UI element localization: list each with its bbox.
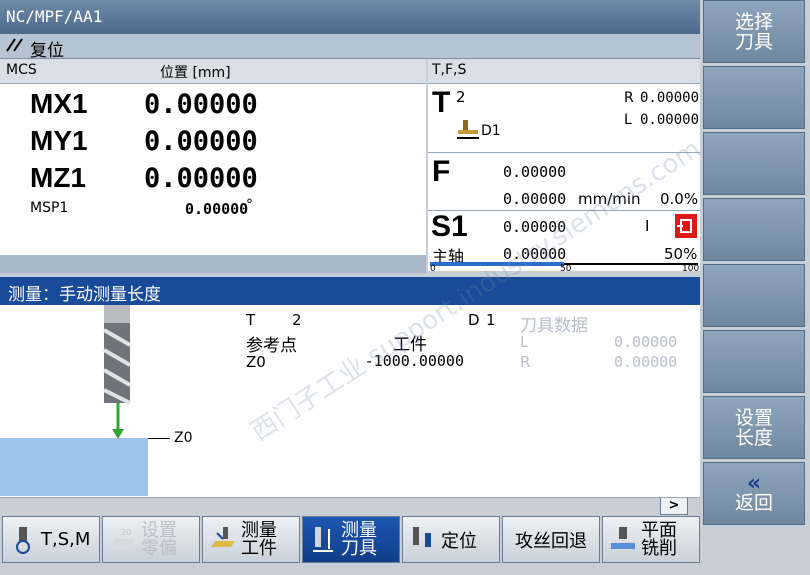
softkey-position[interactable]: 定位 xyxy=(402,516,500,563)
face-milling-label: 平面 铣削 xyxy=(641,519,677,559)
softkey-back[interactable]: « 返回 xyxy=(703,462,805,525)
t-label: T xyxy=(246,311,256,329)
tool-data-title: 刀具数据 xyxy=(520,316,588,336)
tool-number: 2 xyxy=(456,88,466,106)
softkey-empty-6[interactable] xyxy=(703,330,805,393)
measure-workpiece-label: 测量 工件 xyxy=(241,519,277,559)
tool-l-label: L xyxy=(624,112,632,128)
spindle-value-1: 0.00000 xyxy=(503,218,567,236)
spindle-override: 50% xyxy=(664,245,698,263)
spindle-axis-unit: ° xyxy=(246,197,253,213)
softkey-empty-3[interactable] xyxy=(703,132,805,195)
spindle-direction-icon xyxy=(675,214,697,238)
softkey-measure-tool[interactable]: 测量 刀具 xyxy=(302,516,400,563)
axis-name-mz1: MZ1 xyxy=(30,162,86,193)
panel-divider xyxy=(0,255,426,273)
measure-title: 测量：手动测量长度 xyxy=(8,285,161,305)
workpiece-shape xyxy=(0,438,148,496)
tool-d-number: D1 xyxy=(481,123,501,139)
tapping-retract-label: 攻丝回退 xyxy=(515,530,587,552)
softkey-empty-4[interactable] xyxy=(703,198,805,261)
back-chevron-icon: « xyxy=(746,470,762,496)
d-value[interactable]: 1 xyxy=(486,311,496,329)
measure-tool-label: 测量 刀具 xyxy=(341,519,377,559)
tsm-label: T,S,M xyxy=(41,529,91,550)
tool-data-r-label: R xyxy=(520,353,531,371)
spindle-load-bar xyxy=(430,262,564,266)
axis-name-my1: MY1 xyxy=(30,125,88,156)
spindle-dir-label: I xyxy=(645,217,650,235)
program-path-bar: NC/MPF/AA1 xyxy=(0,0,700,34)
softkey-tsm[interactable]: T,S,M xyxy=(2,516,100,563)
form-bottom-divider xyxy=(0,497,700,498)
feed-value-2: 0.00000 xyxy=(503,190,567,208)
axis-value-mx1: 0.00000 xyxy=(144,89,258,120)
reference-select[interactable]: 工件 xyxy=(356,330,464,355)
softkey-select-tool[interactable]: 选择 刀具 xyxy=(703,0,805,63)
measure-tool-icon xyxy=(313,526,333,552)
position-label: 定位 xyxy=(441,530,477,552)
measure-title-bar: 测量：手动测量长度 xyxy=(0,277,700,305)
tfs-divider xyxy=(428,210,700,211)
spindle-axis-name: MSP1 xyxy=(30,200,69,216)
softkey-face-milling[interactable]: 平面 铣削 xyxy=(602,516,700,563)
z0-line xyxy=(148,438,170,439)
channel-status-bar: 复位 xyxy=(0,34,700,61)
measure-workpiece-icon xyxy=(211,526,235,547)
tool-r-label: R xyxy=(624,90,634,106)
tfs-divider xyxy=(428,152,700,153)
tool-r-value: 0.00000 xyxy=(640,90,700,106)
t-value[interactable]: 2 xyxy=(292,311,302,329)
feed-letter: F xyxy=(432,155,451,188)
scale-tick-100: 100 xyxy=(682,264,700,274)
tool-select-field[interactable] xyxy=(306,311,464,329)
spindle-value-2: 0.00000 xyxy=(503,245,567,263)
tool-letter: T xyxy=(432,86,451,119)
zero-offset-icon: 20 xyxy=(111,528,135,545)
position-icon xyxy=(413,526,431,547)
tfs-header: T,F,S xyxy=(428,59,700,84)
program-path: NC/MPF/AA1 xyxy=(6,7,103,26)
softkey-empty-2[interactable] xyxy=(703,66,805,129)
back-label: 返回 xyxy=(734,491,773,514)
mcs-header: MCS 位置 [mm] xyxy=(0,59,426,84)
position-label: 位置 [mm] xyxy=(160,65,231,81)
reset-status-icon xyxy=(6,38,23,52)
tool-edge-icon xyxy=(457,120,479,139)
feed-unit: mm/min xyxy=(578,190,641,208)
z0-label: Z0 xyxy=(246,353,266,371)
svg-text:20: 20 xyxy=(121,528,131,537)
feed-override: 0.0% xyxy=(660,190,699,208)
scale-tick-50: 50 xyxy=(560,264,572,274)
softkey-measure-workpiece[interactable]: 测量 工件 xyxy=(202,516,300,563)
face-milling-icon xyxy=(611,526,635,549)
axis-value-mz1: 0.00000 xyxy=(144,163,258,194)
scale-tick-0: 0 xyxy=(430,264,436,274)
axis-value-my1: 0.00000 xyxy=(144,126,258,157)
zero-offset-label: 设置 零偏 xyxy=(141,519,177,559)
scroll-right-button[interactable]: > xyxy=(660,497,688,515)
endmill-tool-icon xyxy=(103,305,131,439)
channel-status: 复位 xyxy=(30,41,64,61)
tsm-icon xyxy=(16,526,30,554)
tfs-title: T,F,S xyxy=(432,62,467,78)
softkey-empty-5[interactable] xyxy=(703,264,805,327)
tool-data-l-value: 0.00000 xyxy=(614,333,678,351)
mcs-title: MCS xyxy=(6,62,37,78)
tool-data-l-label: L xyxy=(520,333,529,351)
spindle-letter: S1 xyxy=(431,210,468,243)
softkey-tapping-retract[interactable]: 攻丝回退 xyxy=(502,516,600,563)
tool-data-r-value: 0.00000 xyxy=(614,353,678,371)
z0-input[interactable]: -1000.00000 xyxy=(356,352,464,372)
d-label: D xyxy=(468,311,480,329)
axis-name-mx1: MX1 xyxy=(30,88,88,119)
softkey-set-zero-offset[interactable]: 20 设置 零偏 xyxy=(102,516,200,563)
softkey-set-length[interactable]: 设置 长度 xyxy=(703,396,805,459)
spindle-axis-value: 0.00000 xyxy=(185,200,249,218)
diagram-z0-label: Z0 xyxy=(174,430,193,446)
tool-l-value: 0.00000 xyxy=(640,112,700,128)
feed-value-1: 0.00000 xyxy=(503,163,567,181)
